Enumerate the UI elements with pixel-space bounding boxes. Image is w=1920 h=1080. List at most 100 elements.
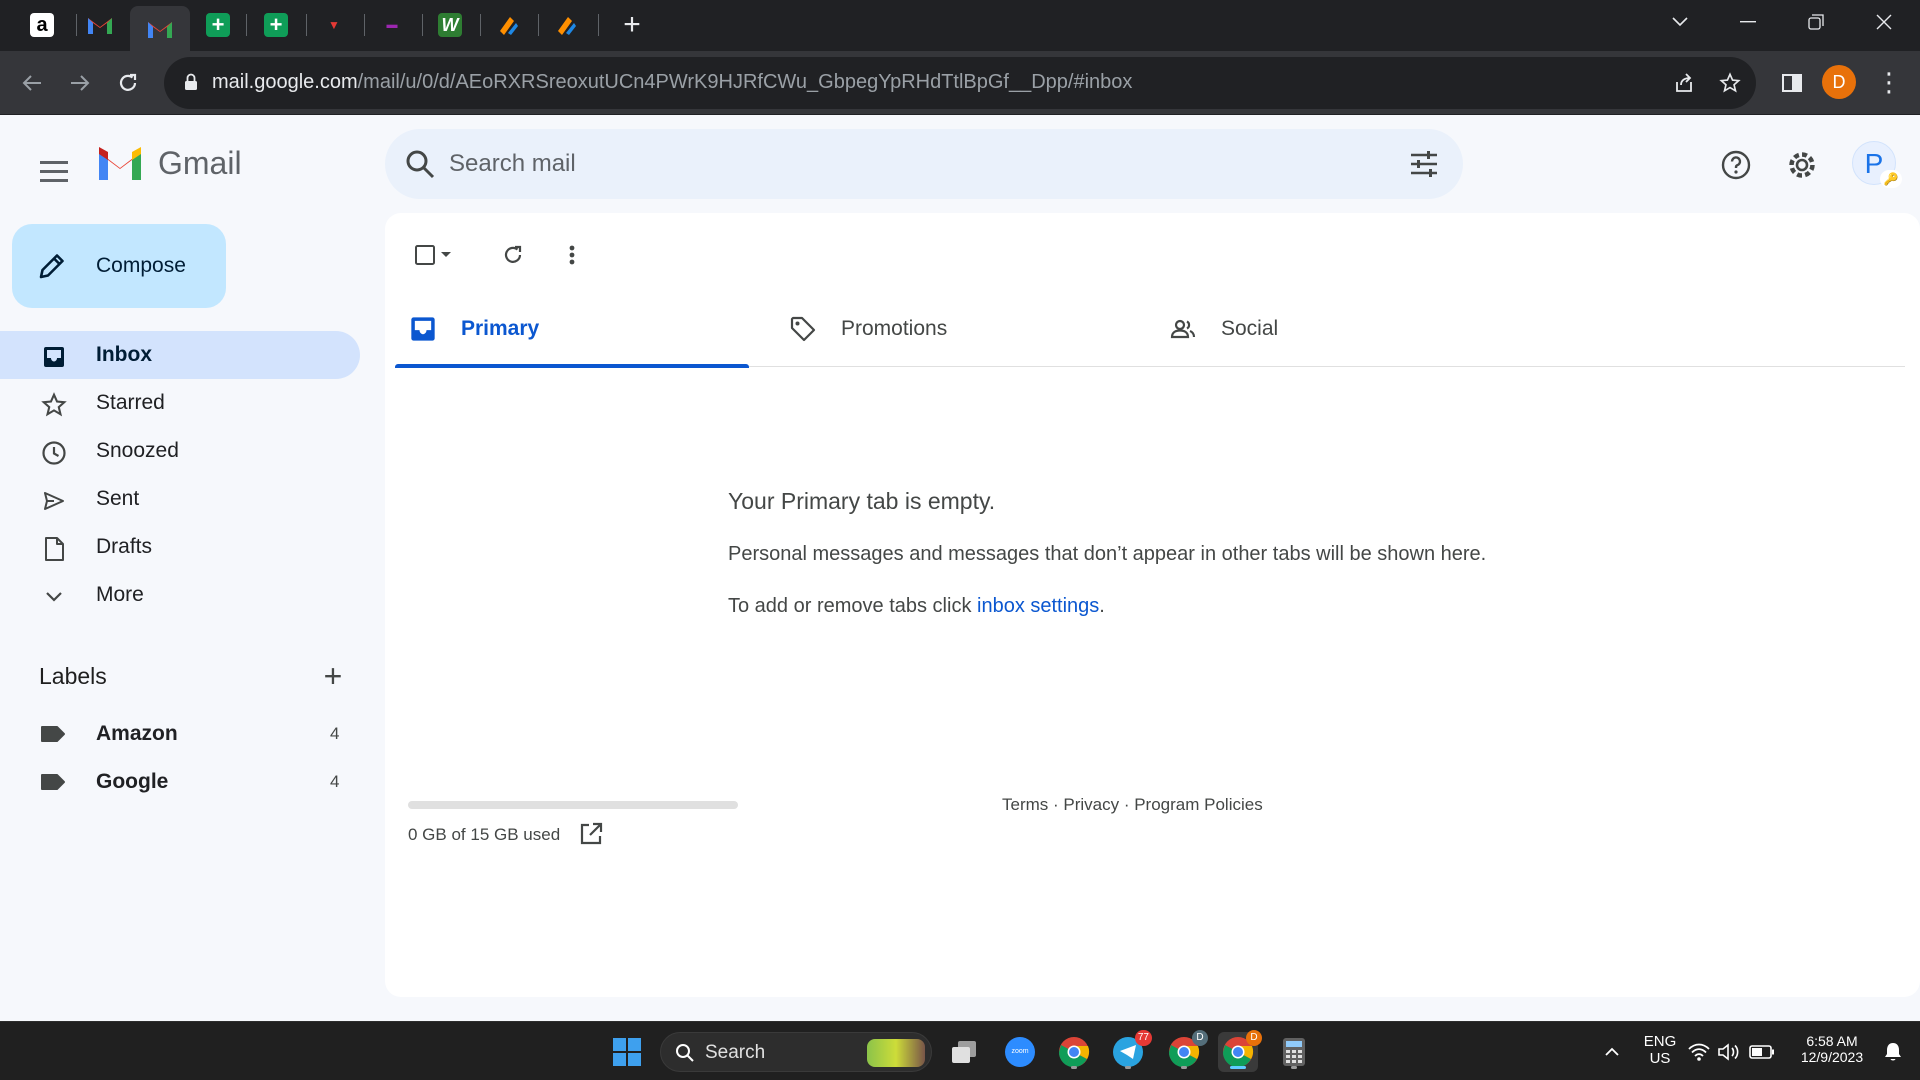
label-tag-icon bbox=[41, 774, 65, 790]
main-menu-icon[interactable] bbox=[30, 147, 78, 195]
bookmark-star-icon[interactable] bbox=[1716, 69, 1744, 97]
browser-tab-tool-2[interactable] bbox=[538, 6, 594, 44]
browser-tab-amazon[interactable]: a bbox=[14, 6, 70, 44]
storage-usage-text: 0 GB of 15 GB used bbox=[408, 825, 561, 844]
share-icon[interactable] bbox=[1670, 69, 1698, 97]
nav-snoozed[interactable]: Snoozed bbox=[0, 427, 360, 475]
label-item-google[interactable]: Google 4 bbox=[0, 758, 360, 806]
search-input[interactable] bbox=[449, 129, 1349, 199]
orange-tool-favicon-icon bbox=[500, 17, 518, 35]
red-logo-favicon-icon: ▼ bbox=[328, 18, 340, 32]
volume-icon bbox=[1718, 1043, 1739, 1061]
refresh-icon[interactable] bbox=[493, 235, 533, 275]
chrome-active-profile-badge: D bbox=[1246, 1030, 1262, 1046]
orange-tool-favicon-icon bbox=[558, 17, 576, 35]
language-indicator[interactable]: ENG US bbox=[1640, 1033, 1680, 1067]
nav-inbox[interactable]: Inbox bbox=[0, 331, 360, 379]
chevron-down-icon bbox=[40, 583, 68, 611]
search-icon[interactable] bbox=[403, 147, 437, 181]
label-item-amazon[interactable]: Amazon 4 bbox=[0, 710, 360, 758]
show-hidden-icons-chevron-icon[interactable] bbox=[1592, 1032, 1632, 1072]
external-link-icon[interactable] bbox=[578, 821, 604, 847]
tab-primary[interactable]: Primary bbox=[395, 291, 749, 368]
chrome-app-icon[interactable] bbox=[1054, 1032, 1094, 1072]
gmail-favicon-icon bbox=[148, 21, 172, 38]
notification-bell-icon[interactable] bbox=[1878, 1032, 1908, 1072]
back-button[interactable] bbox=[14, 65, 50, 101]
tag-icon bbox=[790, 316, 816, 342]
nav-starred[interactable]: Starred bbox=[0, 379, 360, 427]
telegram-app-icon[interactable]: 77 bbox=[1108, 1030, 1152, 1072]
chrome-menu-icon[interactable]: ⋮ bbox=[1874, 65, 1904, 101]
nav-sent[interactable]: Sent bbox=[0, 475, 360, 523]
settings-gear-icon[interactable] bbox=[1780, 143, 1824, 187]
inbox-settings-link[interactable]: inbox settings bbox=[977, 595, 1099, 617]
network-volume-battery-tray[interactable] bbox=[1686, 1032, 1776, 1072]
wifi-icon bbox=[1688, 1043, 1710, 1061]
inbox-icon bbox=[40, 343, 68, 371]
nav-label: Drafts bbox=[96, 535, 153, 558]
create-label-button[interactable]: + bbox=[316, 660, 350, 694]
footer-links[interactable]: Terms · Privacy · Program Policies bbox=[1002, 795, 1263, 815]
gmail-logo[interactable]: Gmail bbox=[96, 145, 242, 182]
nav-drafts[interactable]: Drafts bbox=[0, 523, 360, 571]
clock[interactable]: 6:58 AM 12/9/2023 bbox=[1784, 1033, 1880, 1065]
chrome-profile-badge: D bbox=[1192, 1030, 1208, 1046]
start-button[interactable] bbox=[607, 1032, 647, 1072]
zoom-app-icon[interactable]: zoom bbox=[1000, 1032, 1040, 1072]
clock-icon bbox=[40, 439, 68, 467]
gmail-header: Gmail P 🔑 bbox=[0, 115, 1920, 213]
tab-social[interactable]: Social bbox=[1155, 291, 1509, 367]
chrome-active-app-icon[interactable]: D bbox=[1218, 1030, 1262, 1072]
chrome-profile-avatar[interactable]: D bbox=[1822, 65, 1856, 99]
inbox-tab-icon bbox=[411, 317, 435, 341]
taskbar-search[interactable]: Search bbox=[660, 1032, 932, 1072]
clock-time: 6:58 AM bbox=[1806, 1033, 1858, 1049]
tab-promotions[interactable]: Promotions bbox=[775, 291, 1129, 367]
minimize-button[interactable] bbox=[1720, 0, 1776, 44]
chrome-profile-app-icon[interactable]: D bbox=[1164, 1030, 1208, 1072]
browser-tab-gmail-1[interactable] bbox=[72, 6, 128, 44]
windows-logo-icon bbox=[613, 1038, 641, 1066]
url-text: mail.google.com/mail/u/0/d/AEoRXRSreoxut… bbox=[212, 71, 1133, 93]
task-view-icon[interactable] bbox=[944, 1032, 984, 1072]
help-icon[interactable] bbox=[1714, 143, 1758, 187]
browser-toolbar: mail.google.com/mail/u/0/d/AEoRXRSreoxut… bbox=[0, 51, 1920, 115]
select-dropdown-icon[interactable] bbox=[433, 235, 459, 275]
browser-tab-site-purple[interactable]: ▬ bbox=[364, 6, 420, 44]
restore-button[interactable] bbox=[1788, 0, 1844, 44]
search-bar[interactable] bbox=[385, 129, 1463, 199]
star-icon bbox=[40, 391, 68, 419]
pencil-icon bbox=[39, 254, 64, 279]
browser-tab-site-red[interactable]: ▼ bbox=[306, 6, 362, 44]
amazon-favicon-icon: a bbox=[30, 13, 54, 37]
new-tab-button[interactable]: + bbox=[614, 8, 650, 42]
browser-tab-w[interactable]: W bbox=[422, 6, 478, 44]
tab-search-chevron-icon[interactable] bbox=[1652, 0, 1708, 44]
calculator-app-icon[interactable] bbox=[1274, 1032, 1314, 1072]
more-options-icon[interactable] bbox=[552, 235, 592, 275]
browser-tab-gmail-active[interactable] bbox=[130, 6, 190, 51]
sheets-favicon-icon: + bbox=[206, 12, 230, 37]
browser-tab-sheets-1[interactable]: + bbox=[190, 6, 246, 44]
nav-label: More bbox=[96, 583, 144, 606]
empty-title: Your Primary tab is empty. bbox=[728, 488, 996, 514]
people-icon bbox=[1170, 319, 1196, 339]
active-tab-indicator bbox=[395, 364, 749, 368]
browser-tab-sheets-2[interactable]: + bbox=[248, 6, 304, 44]
sheets-favicon-icon: + bbox=[264, 12, 288, 37]
empty-settings-hint: To add or remove tabs click inbox settin… bbox=[728, 595, 1105, 617]
gmail-favicon-icon bbox=[88, 18, 112, 34]
managed-key-icon: 🔑 bbox=[1880, 170, 1902, 188]
side-panel-icon[interactable] bbox=[1774, 65, 1810, 101]
reload-button[interactable] bbox=[110, 65, 146, 101]
browser-tab-tool-1[interactable] bbox=[480, 6, 536, 44]
compose-label: Compose bbox=[96, 254, 186, 277]
close-window-button[interactable] bbox=[1856, 0, 1912, 44]
address-bar[interactable]: mail.google.com/mail/u/0/d/AEoRXRSreoxut… bbox=[164, 57, 1756, 109]
search-options-icon[interactable] bbox=[1407, 147, 1441, 181]
forward-button[interactable] bbox=[62, 65, 98, 101]
label-tag-icon bbox=[41, 726, 65, 742]
nav-more[interactable]: More bbox=[0, 571, 360, 619]
compose-button[interactable]: Compose bbox=[12, 224, 226, 308]
